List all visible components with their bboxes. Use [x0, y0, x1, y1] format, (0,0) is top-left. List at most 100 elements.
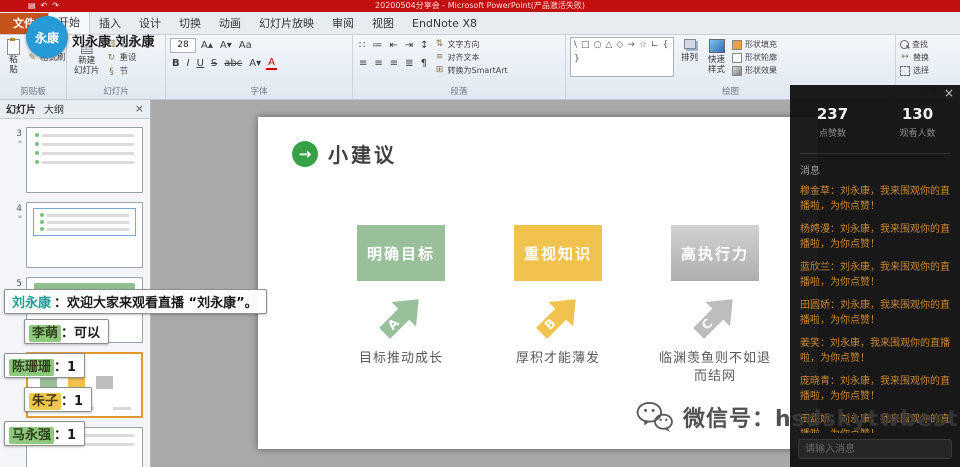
shape-line-icon[interactable]: \ [574, 40, 577, 50]
chat-message: 杨娉漫：刘永康，我来围观你的直播啦，为你点赞！ [800, 222, 950, 252]
tab-endnote[interactable]: EndNote X8 [403, 13, 486, 34]
shapes-gallery[interactable]: \ □ ○ △ ◇ → ☆ ∟ { } [570, 37, 674, 77]
tab-slides-thumbnails[interactable]: 幻灯片 [6, 101, 36, 116]
align-left-button[interactable]: ≡ [357, 58, 369, 69]
shape-outline-button[interactable]: 形状轮廓 [732, 52, 777, 63]
paste-button[interactable]: 粘贴 [4, 37, 23, 77]
chat-message-body: ：欢迎大家来观看直播 “刘永康”。 [54, 296, 258, 311]
suggestion-box-c[interactable]: 高执行力 [671, 225, 759, 281]
align-center-button[interactable]: ≡ [372, 58, 384, 69]
caption-a: 目标推动成长 [359, 350, 443, 368]
find-button[interactable]: 查找 [900, 39, 929, 50]
slide-title: → 小建议 [292, 139, 397, 168]
caption-b: 厚积才能薄发 [516, 350, 600, 368]
chat-message: 田圆娇：刘永康，我来围观你的直播啦，为你点赞！ [800, 298, 950, 328]
suggestion-column-b: 重视知识 B 厚积才能薄发 [473, 225, 643, 368]
convert-smartart-button[interactable]: ⊞ 转换为SmartArt [435, 65, 508, 76]
align-text-icon: ≡ [435, 52, 445, 63]
font-size-input[interactable]: 28 [170, 38, 196, 53]
slide-thumbnail[interactable] [26, 202, 143, 268]
current-slide[interactable]: → 小建议 明确目标 A 目标推动成长 重视知识 B [258, 117, 818, 449]
viewers-stat: 130 观看人数 [875, 105, 960, 139]
arrow-c-icon: C [684, 289, 746, 345]
viewers-count: 130 [875, 105, 960, 123]
line-spacing-button[interactable]: ↕ [418, 40, 430, 51]
chat-sender-name: 朱子 [29, 393, 61, 410]
slide-title-text: 小建议 [328, 139, 397, 168]
text-direction-button[interactable]: ⇅ 文字方向 [435, 39, 508, 50]
bold-button[interactable]: B [170, 58, 182, 69]
increase-indent-button[interactable]: ⇥ [403, 40, 415, 51]
likes-count: 237 [790, 105, 875, 123]
tab-slideshow[interactable]: 幻灯片放映 [250, 13, 323, 34]
arrange-button[interactable]: 排列 [678, 37, 701, 65]
clipboard-group-label: 剪贴板 [0, 86, 66, 99]
reset-button[interactable]: ↻ 重设 [107, 53, 137, 64]
suggestion-box-b[interactable]: 重视知识 [514, 225, 602, 281]
suggestion-column-c: 高执行力 C 临渊羡鱼则不如退 而结网 [630, 225, 800, 385]
save-icon[interactable]: ▤ [28, 0, 36, 12]
transition-icon: * [2, 214, 22, 223]
text-shadow-button[interactable]: A▾ [247, 58, 263, 69]
strikethrough-button[interactable]: S [209, 58, 219, 69]
tab-review[interactable]: 审阅 [323, 13, 363, 34]
shape-angle-icon[interactable]: ∟ [651, 40, 659, 50]
overlay-chat-message-2: 李萌：可以 [24, 319, 109, 344]
shape-rect-icon[interactable]: □ [581, 40, 590, 50]
redo-icon[interactable]: ↷ [52, 0, 59, 12]
bullets-button[interactable]: ∷ [357, 40, 367, 51]
shape-effects-button[interactable]: 形状效果 [732, 65, 777, 76]
thumb-line [35, 142, 134, 146]
underline-button[interactable]: U [195, 58, 206, 69]
slide-row-3[interactable]: 3* [2, 127, 143, 193]
tab-outline[interactable]: 大纲 [44, 101, 64, 116]
shape-brace-left-icon[interactable]: { [662, 40, 668, 50]
chat-input[interactable] [798, 439, 952, 459]
chat-message: 穆金草：刘永康，我来围观你的直播啦，为你点赞！ [800, 184, 950, 214]
tab-animations[interactable]: 动画 [210, 13, 250, 34]
shape-brace-right-icon[interactable]: } [574, 54, 580, 64]
suggestion-box-a[interactable]: 明确目标 [357, 225, 445, 281]
likes-label: 点赞数 [790, 126, 875, 139]
decrease-indent-button[interactable]: ⇤ [387, 40, 399, 51]
slide-row-4[interactable]: 4* [2, 202, 143, 268]
likes-stat: 237 点赞数 [790, 105, 875, 139]
chat-message: 庞晓青：刘永康，我来围观你的直播啦，为你点赞！ [800, 374, 950, 404]
chat-message-list[interactable]: 穆金草：刘永康，我来围观你的直播啦，为你点赞！ 杨娉漫：刘永康，我来围观你的直播… [790, 184, 960, 433]
grow-font-button[interactable]: A▴ [199, 40, 215, 51]
streamer-name: 刘永康 刘永康 [72, 31, 155, 50]
slide-thumbnail[interactable] [26, 127, 143, 193]
tab-view[interactable]: 视图 [363, 13, 403, 34]
shape-diamond-icon[interactable]: ◇ [616, 40, 623, 50]
numbering-button[interactable]: ≔ [370, 40, 384, 51]
paragraph-marks-button[interactable]: ¶ [419, 58, 429, 69]
close-icon[interactable]: × [944, 86, 954, 100]
shape-fill-button[interactable]: 形状填充 [732, 39, 777, 50]
shrink-font-button[interactable]: A▾ [218, 40, 234, 51]
messages-section-label: 消息 [800, 162, 960, 177]
shape-circle-icon[interactable]: ○ [594, 40, 602, 50]
shape-triangle-icon[interactable]: △ [605, 40, 612, 50]
replace-button[interactable]: ↔ 替换 [900, 52, 929, 63]
chat-message: 蓝欣兰：刘永康，我来围观你的直播啦，为你点赞！ [800, 260, 950, 290]
align-text-button[interactable]: ≡ 对齐文本 [435, 52, 508, 63]
justify-button[interactable]: ≣ [403, 58, 415, 69]
quick-styles-button[interactable]: 快速 样式 [705, 37, 728, 77]
font-color-button[interactable]: A [266, 57, 277, 70]
change-case-button[interactable]: Aa [237, 40, 254, 51]
italic-button[interactable]: I [185, 58, 192, 69]
app-root: ▤ ↶ ↷ 20200504分享会 - Microsoft PowerPoint… [0, 0, 960, 467]
thumb-line [35, 151, 134, 155]
select-button[interactable]: 选择 [900, 65, 929, 76]
undo-icon[interactable]: ↶ [41, 0, 48, 12]
tab-transitions[interactable]: 切换 [170, 13, 210, 34]
close-panel-icon[interactable]: × [135, 102, 144, 115]
shape-arrow-icon[interactable]: → [627, 40, 635, 50]
shape-star-icon[interactable]: ☆ [639, 40, 647, 50]
clear-formatting-button[interactable]: abc [222, 58, 244, 69]
overlay-chat-message-3: 陈珊珊：1 [4, 353, 85, 378]
streamer-avatar[interactable]: 永康 [26, 16, 68, 58]
align-right-button[interactable]: ≡ [388, 58, 400, 69]
section-button[interactable]: § 节 [107, 67, 137, 78]
ribbon-group-font: 28 A▴ A▾ Aa B I U S abc A▾ A 字体 [166, 34, 353, 99]
